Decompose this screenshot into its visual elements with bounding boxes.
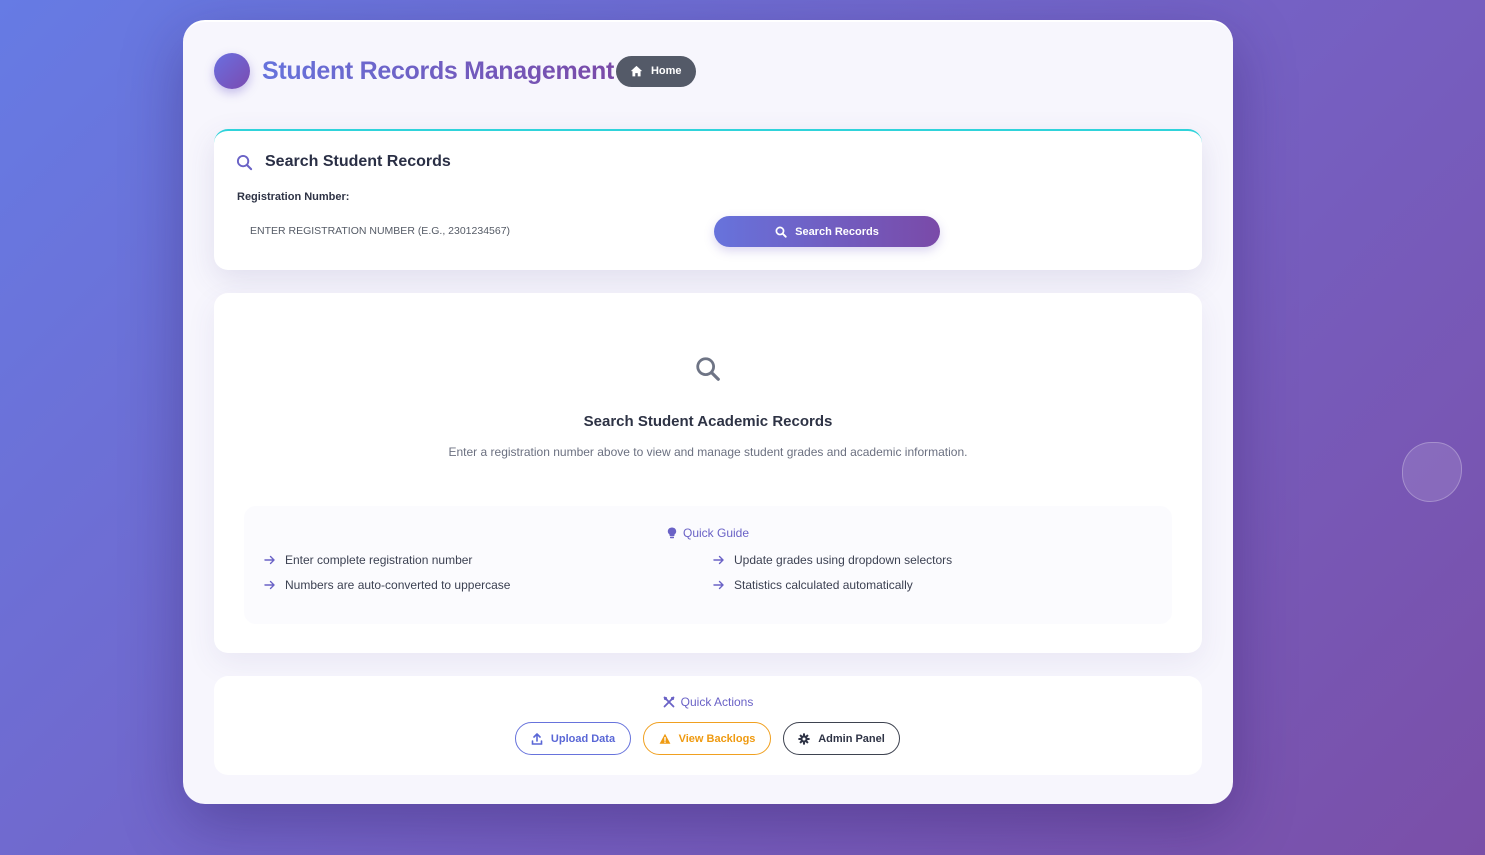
view-backlogs-button[interactable]: View Backlogs <box>643 722 771 755</box>
empty-state-subtitle: Enter a registration number above to vie… <box>448 445 968 459</box>
quick-actions-title: Quick Actions <box>680 695 754 709</box>
arrow-right-icon <box>264 580 275 590</box>
quick-guide-title: Quick Guide <box>682 526 750 540</box>
view-backlogs-button-label: View Backlogs <box>678 732 756 745</box>
guide-item: Enter complete registration number <box>264 553 472 567</box>
guide-item: Statistics calculated automatically <box>713 578 913 592</box>
magnifier-icon <box>688 349 728 389</box>
arrow-right-icon <box>713 580 724 590</box>
guide-item-text: Statistics calculated automatically <box>734 578 913 592</box>
search-records-button[interactable]: Search Records <box>714 216 940 247</box>
quick-guide-header: Quick Guide <box>244 526 1172 540</box>
page-header: Student Records Management Home <box>214 53 696 89</box>
quick-actions-header: Quick Actions <box>214 695 1202 709</box>
admin-panel-button-label: Admin Panel <box>818 732 885 745</box>
admin-panel-button[interactable]: Admin Panel <box>783 722 900 755</box>
guide-item: Update grades using dropdown selectors <box>713 553 952 567</box>
warning-icon <box>659 733 670 744</box>
app-title: Student Records Management <box>262 56 614 85</box>
search-icon <box>236 154 253 170</box>
home-button[interactable]: Home <box>615 55 696 87</box>
search-panel-header: Search Student Records <box>236 153 451 171</box>
guide-item-text: Update grades using dropdown selectors <box>734 553 953 567</box>
quick-actions-panel: Quick Actions Upload Data View Backlogs … <box>214 676 1202 775</box>
guide-item-text: Numbers are auto-converted to uppercase <box>285 578 511 592</box>
guide-item-text: Enter complete registration number <box>285 553 473 567</box>
search-panel: Search Student Records Registration Numb… <box>214 129 1202 270</box>
logo-icon <box>214 53 250 89</box>
gear-icon <box>798 732 810 745</box>
upload-icon <box>531 732 543 745</box>
tools-icon <box>663 696 675 708</box>
quick-guide: Quick Guide Enter complete registration … <box>244 506 1172 624</box>
arrow-right-icon <box>713 555 724 565</box>
home-button-label: Home <box>650 65 682 77</box>
upload-data-button-label: Upload Data <box>550 732 616 745</box>
registration-number-input[interactable] <box>237 216 707 246</box>
registration-number-label: Registration Number: <box>237 191 350 203</box>
arrow-right-icon <box>264 555 275 565</box>
home-icon <box>630 65 643 76</box>
lightbulb-icon <box>667 527 677 539</box>
main-card: Student Records Management Home Search S… <box>183 20 1233 804</box>
empty-state-panel: Search Student Academic Records Enter a … <box>214 293 1202 653</box>
upload-data-button[interactable]: Upload Data <box>515 722 631 755</box>
decorative-blob <box>1402 442 1462 502</box>
search-panel-title: Search Student Records <box>265 153 451 170</box>
guide-item: Numbers are auto-converted to uppercase <box>264 578 510 592</box>
search-records-button-label: Search Records <box>795 225 879 238</box>
empty-state-title: Search Student Academic Records <box>583 413 833 430</box>
search-icon <box>775 226 787 238</box>
